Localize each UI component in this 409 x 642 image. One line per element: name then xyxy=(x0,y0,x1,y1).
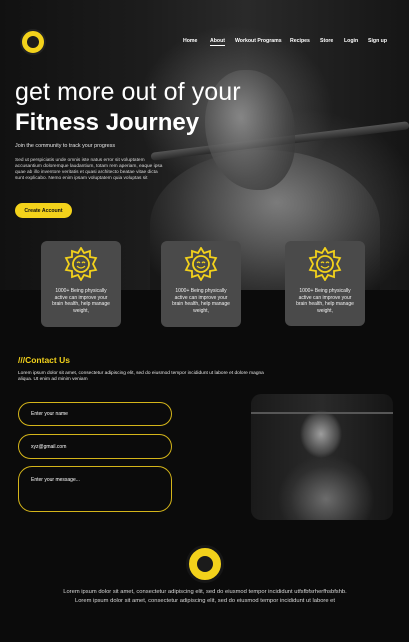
smiley-sun-icon xyxy=(308,247,342,281)
hero-body-text: Sed ut perspiciatis unde omnis iste natu… xyxy=(15,158,163,182)
email-value: xyz@gmail.com xyxy=(31,443,67,450)
nav-store[interactable]: Store xyxy=(320,38,333,44)
nav-sign-up[interactable]: Sign up xyxy=(368,38,387,44)
hero-title-line1: get more out of your xyxy=(15,78,241,106)
nav-home[interactable]: Home xyxy=(183,38,197,44)
footer-logo-center xyxy=(197,556,213,572)
feature-text: 1000+ Being physically active can improv… xyxy=(172,288,230,314)
name-placeholder: Enter your name xyxy=(31,411,68,417)
contact-description: Lorem ipsum dolor sit amet, consectetur … xyxy=(18,371,264,383)
feature-card: 1000+ Being physically active can improv… xyxy=(285,241,365,326)
nav-recipes[interactable]: Recipes xyxy=(290,38,310,44)
feature-text: 1000+ Being physically active can improv… xyxy=(52,288,110,314)
athlete-side-image xyxy=(251,394,393,520)
nav-workout-programs[interactable]: Workout Programs xyxy=(235,38,282,44)
hero-title-line2: Fitness Journey xyxy=(15,109,200,136)
main-nav: Home About Workout Programs Recipes Stor… xyxy=(0,38,409,50)
hero-subtitle: Join the community to track your progres… xyxy=(15,143,116,149)
contact-title: ///Contact Us xyxy=(18,355,70,365)
gym-logo-icon[interactable] xyxy=(186,545,224,583)
nav-about[interactable]: About xyxy=(210,38,225,46)
nav-login[interactable]: Login xyxy=(344,38,358,44)
email-field[interactable]: xyz@gmail.com xyxy=(18,434,172,459)
landing-page: Home About Workout Programs Recipes Stor… xyxy=(0,0,409,642)
rope-detail xyxy=(251,412,393,414)
footer-text: Lorem ipsum dolor sit amet, consectetur … xyxy=(63,589,347,605)
name-field[interactable]: Enter your name xyxy=(18,402,172,426)
smiley-sun-icon xyxy=(64,247,98,281)
feature-text: 1000+ Being physically active can improv… xyxy=(296,288,354,314)
message-field[interactable]: Enter your message... xyxy=(18,466,172,512)
create-account-button[interactable]: Create Account xyxy=(15,203,72,218)
feature-card: 1000+ Being physically active can improv… xyxy=(161,241,241,327)
smiley-sun-icon xyxy=(184,247,218,281)
message-placeholder: Enter your message... xyxy=(31,477,80,483)
feature-card: 1000+ Being physically active can improv… xyxy=(41,241,121,327)
